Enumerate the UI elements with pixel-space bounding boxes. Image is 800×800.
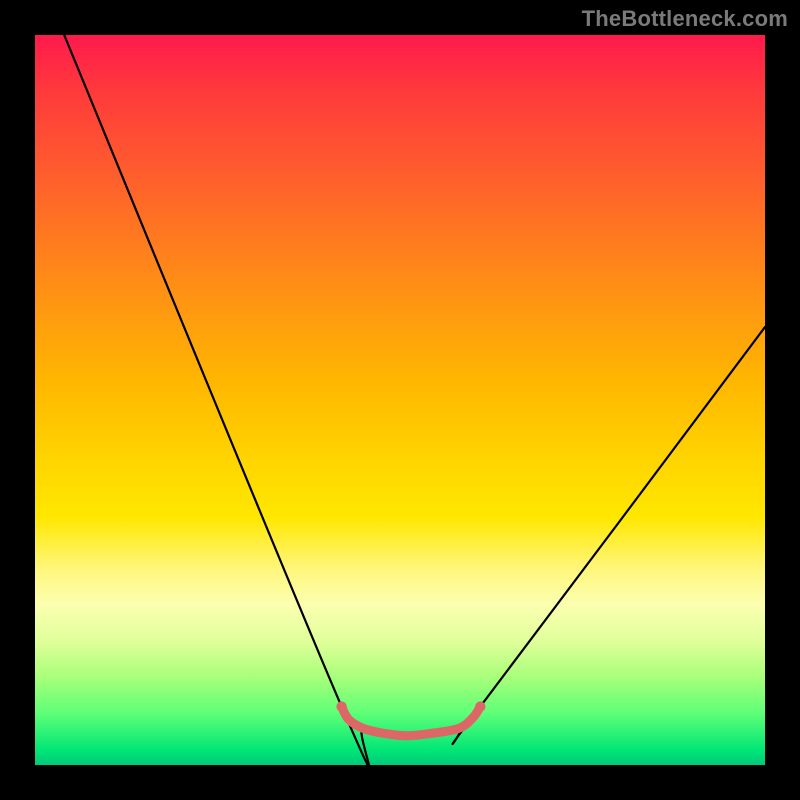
- watermark-text: TheBottleneck.com: [582, 6, 788, 32]
- optimal-zone-path: [342, 707, 481, 736]
- chart-svg: [35, 35, 765, 765]
- optimal-zone-endpoint: [475, 701, 485, 711]
- optimal-zone-dots: [336, 701, 485, 711]
- bottleneck-curve-path: [64, 35, 765, 765]
- chart-frame: TheBottleneck.com: [0, 0, 800, 800]
- plot-area: [35, 35, 765, 765]
- optimal-zone-endpoint: [336, 701, 346, 711]
